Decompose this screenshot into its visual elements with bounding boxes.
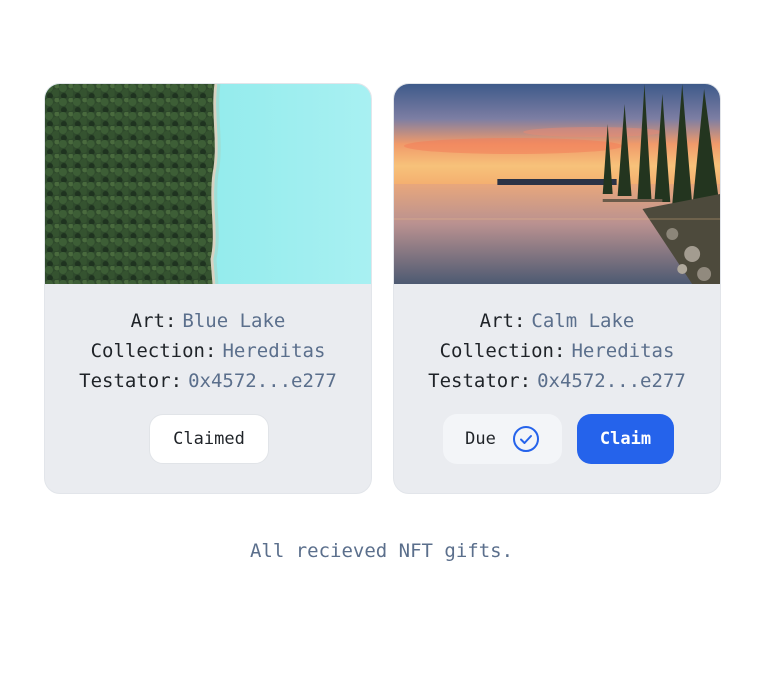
card-actions: Due Claim [394, 414, 720, 464]
art-row: Art: Blue Lake [45, 306, 371, 336]
art-row: Art: Calm Lake [394, 306, 720, 336]
art-label: Art: [130, 310, 177, 332]
nft-image-calm-lake [394, 84, 720, 284]
claim-button[interactable]: Claim [577, 414, 674, 464]
check-circle-icon [512, 426, 539, 452]
collection-row: Collection: Hereditas [45, 336, 371, 366]
testator-value: 0x4572...e277 [537, 370, 686, 392]
nft-details: Art: Blue Lake Collection: Hereditas Testa… [45, 306, 371, 396]
testator-label: Testator: [428, 370, 532, 392]
art-value: Blue Lake [182, 310, 286, 332]
collection-row: Collection: Hereditas [394, 336, 720, 366]
collection-label: Collection: [439, 340, 566, 362]
claimed-button[interactable]: Claimed [149, 414, 269, 464]
testator-value: 0x4572...e277 [188, 370, 337, 392]
footer-caption: All recieved NFT gifts. [249, 540, 514, 562]
nft-card-calm-lake: Art: Calm Lake Collection: Hereditas Testa… [393, 83, 721, 494]
nft-card-blue-lake: Art: Blue Lake Collection: Hereditas Testa… [44, 83, 372, 494]
art-label: Art: [479, 310, 526, 332]
art-value: Calm Lake [531, 310, 635, 332]
due-label: Due [465, 429, 496, 449]
gifts-page: Art: Blue Lake Collection: Hereditas Testa… [0, 0, 763, 686]
testator-row: Testator: 0x4572...e277 [45, 366, 371, 396]
collection-value: Hereditas [571, 340, 675, 362]
nft-image-blue-lake [45, 84, 371, 284]
collection-value: Hereditas [222, 340, 326, 362]
testator-row: Testator: 0x4572...e277 [394, 366, 720, 396]
testator-label: Testator: [79, 370, 183, 392]
collection-label: Collection: [90, 340, 217, 362]
nft-details: Art: Calm Lake Collection: Hereditas Testa… [394, 306, 720, 396]
card-actions: Claimed [45, 414, 371, 464]
due-status-badge: Due [443, 414, 562, 464]
